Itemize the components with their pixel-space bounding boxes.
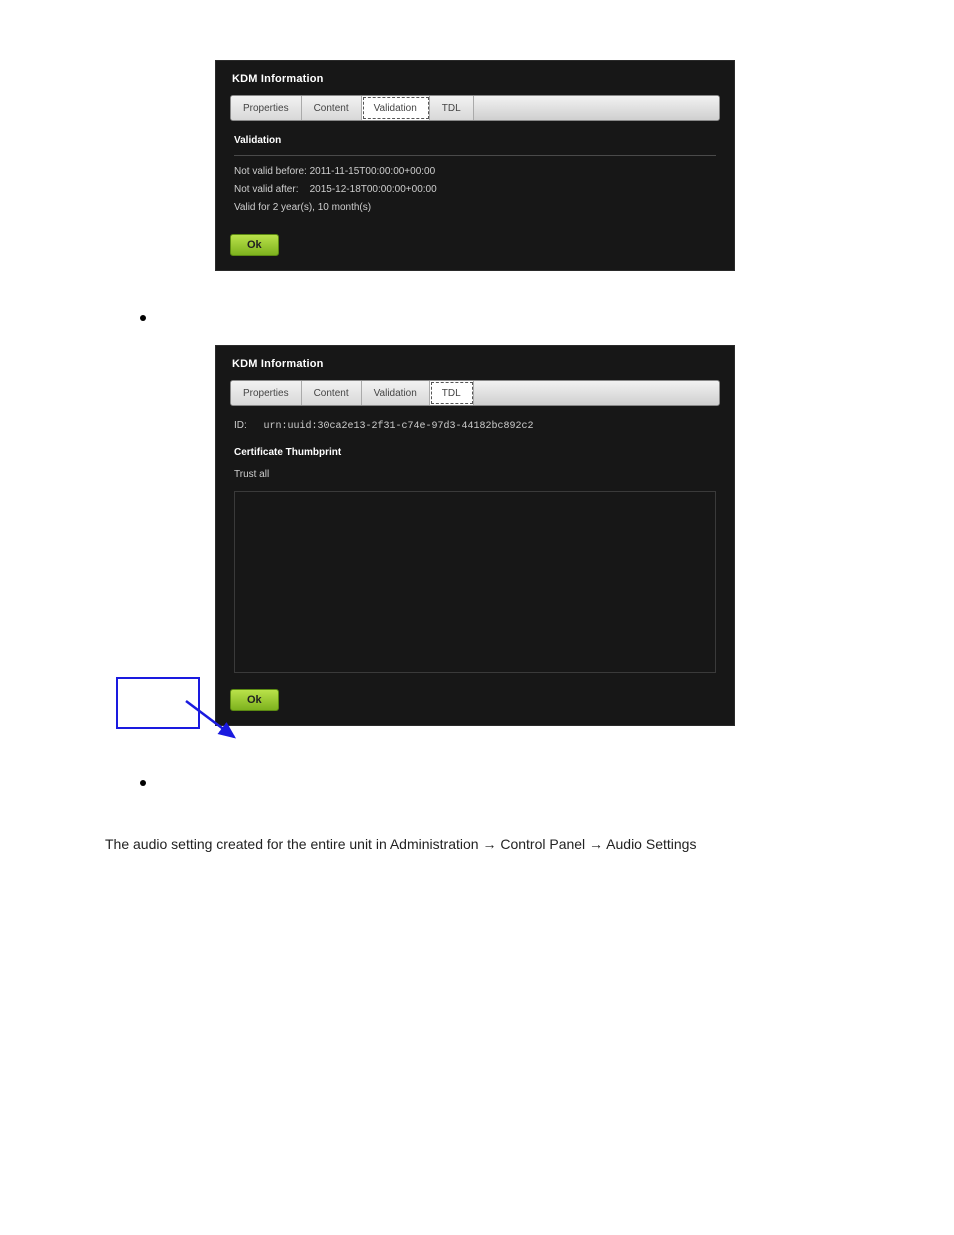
not-valid-before-row: Not valid before: 2011-11-15T00:00:00+00… [234, 164, 716, 180]
tdl-empty-area [234, 491, 716, 673]
cert-thumbprint-title: Certificate Thumbprint [234, 445, 716, 461]
not-valid-after-label: Not valid after: [234, 182, 298, 198]
tab-validation[interactable]: Validation [362, 381, 430, 405]
tab-filler [474, 96, 719, 120]
ok-button[interactable]: Ok [230, 234, 279, 256]
tdl-id-row: ID: urn:uuid:30ca2e13-2f31-c74e-97d3-441… [234, 418, 716, 435]
bullet-item [140, 780, 874, 786]
divider [234, 155, 716, 156]
audio-settings-note: The audio setting created for the entire… [105, 836, 874, 852]
validation-section-title: Validation [234, 133, 716, 149]
tab-bar: Properties Content Validation TDL [230, 380, 720, 406]
tab-tdl[interactable]: TDL [430, 96, 474, 120]
bullet-item [140, 315, 874, 321]
tab-properties[interactable]: Properties [231, 381, 302, 405]
dialog-title: KDM Information [232, 73, 720, 85]
bullet-dot-icon [140, 315, 146, 321]
not-valid-after-value: 2015-12-18T00:00:00+00:00 [310, 182, 437, 198]
bullet-dot-icon [140, 780, 146, 786]
validation-body: Validation Not valid before: 2011-11-15T… [230, 121, 720, 224]
tab-validation[interactable]: Validation [362, 96, 430, 120]
not-valid-before-value: 2011-11-15T00:00:00+00:00 [310, 164, 436, 180]
tab-properties[interactable]: Properties [231, 96, 302, 120]
tab-bar: Properties Content Validation TDL [230, 95, 720, 121]
tdl-id-value: urn:uuid:30ca2e13-2f31-c74e-97d3-44182bc… [263, 419, 533, 435]
tdl-id-label: ID: [234, 418, 247, 434]
tab-content[interactable]: Content [302, 381, 362, 405]
arrow-icon [176, 695, 306, 775]
trust-all-text: Trust all [234, 467, 716, 483]
tab-filler [474, 381, 719, 405]
dialog-title: KDM Information [232, 358, 720, 370]
tab-tdl[interactable]: TDL [430, 381, 474, 405]
tdl-body: ID: urn:uuid:30ca2e13-2f31-c74e-97d3-441… [230, 406, 720, 679]
not-valid-before-label: Not valid before: [234, 164, 307, 180]
tab-content[interactable]: Content [302, 96, 362, 120]
kdm-info-validation-dialog: KDM Information Properties Content Valid… [215, 60, 735, 271]
not-valid-after-row: Not valid after: 2015-12-18T00:00:00+00:… [234, 182, 716, 198]
valid-for-summary: Valid for 2 year(s), 10 month(s) [234, 200, 716, 216]
kdm-info-tdl-dialog: KDM Information Properties Content Valid… [215, 345, 735, 726]
